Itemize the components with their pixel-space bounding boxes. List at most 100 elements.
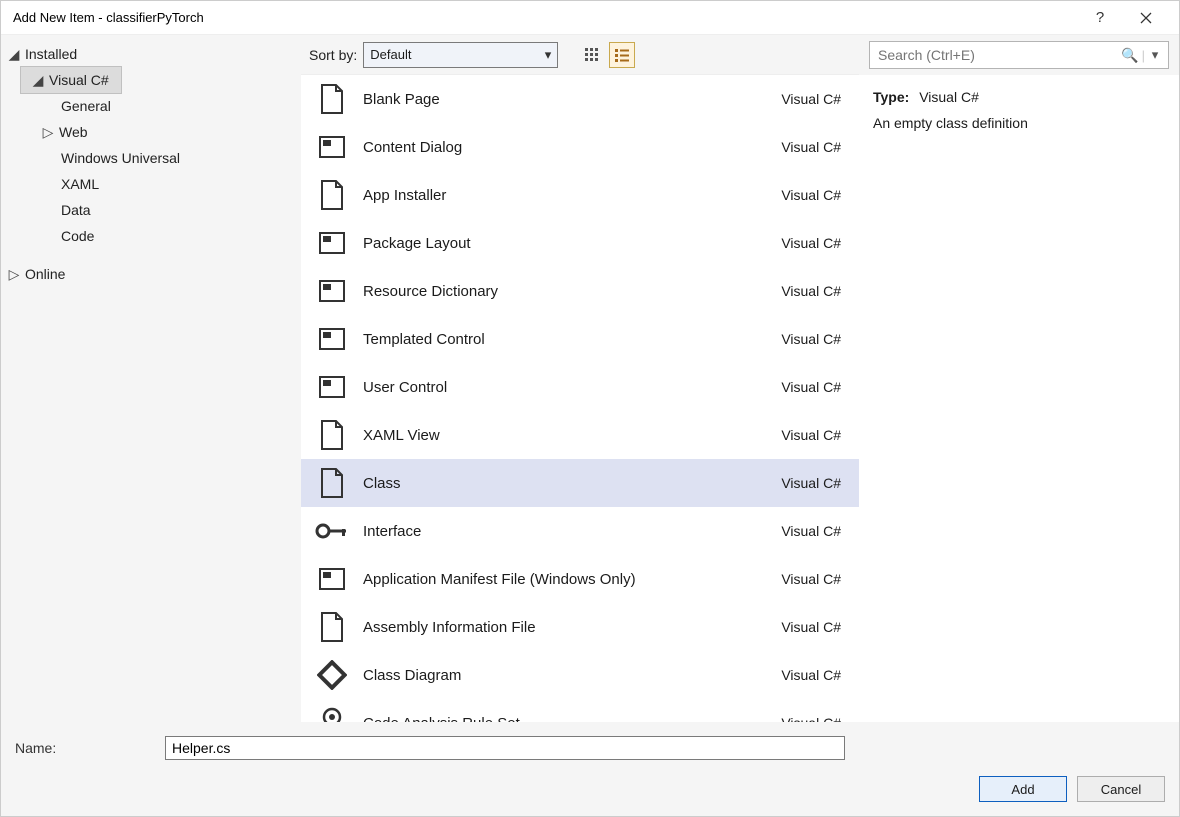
template-lang: Visual C# bbox=[781, 475, 841, 491]
add-button[interactable]: Add bbox=[979, 776, 1067, 802]
template-name: App Installer bbox=[357, 187, 781, 204]
template-lang: Visual C# bbox=[781, 427, 841, 443]
grid-icon bbox=[584, 47, 600, 63]
template-icon bbox=[307, 706, 357, 722]
titlebar: Add New Item - classifierPyTorch ? bbox=[1, 1, 1179, 35]
template-lang: Visual C# bbox=[781, 619, 841, 635]
template-icon bbox=[307, 660, 357, 690]
chevron-right-icon: ▷ bbox=[7, 266, 21, 283]
search-input[interactable] bbox=[876, 46, 1121, 64]
template-lang: Visual C# bbox=[781, 667, 841, 683]
template-row[interactable]: ClassVisual C# bbox=[301, 459, 859, 507]
template-icon bbox=[307, 132, 357, 162]
chevron-right-icon: ▷ bbox=[41, 124, 55, 141]
template-list[interactable]: Blank PageVisual C#Content DialogVisual … bbox=[301, 75, 859, 722]
view-list-button[interactable] bbox=[610, 43, 634, 67]
template-icon bbox=[307, 324, 357, 354]
template-name: Content Dialog bbox=[357, 139, 781, 156]
template-toolbar: Sort by: Default ▾ bbox=[301, 35, 859, 75]
template-row[interactable]: InterfaceVisual C# bbox=[301, 507, 859, 555]
template-name: XAML View bbox=[357, 427, 781, 444]
name-input[interactable] bbox=[165, 736, 845, 760]
template-lang: Visual C# bbox=[781, 139, 841, 155]
close-button[interactable] bbox=[1123, 1, 1169, 35]
search-icon: 🔍 bbox=[1121, 47, 1138, 64]
tree-node-xaml[interactable]: XAML bbox=[1, 171, 301, 197]
template-row[interactable]: App InstallerVisual C# bbox=[301, 171, 859, 219]
chevron-down-icon[interactable]: ▾ bbox=[1148, 47, 1162, 63]
template-name: Templated Control bbox=[357, 331, 781, 348]
template-icon bbox=[307, 228, 357, 258]
tree-node-visual-csharp[interactable]: ◢ Visual C# bbox=[21, 67, 121, 93]
template-lang: Visual C# bbox=[781, 571, 841, 587]
details-body: Type: Visual C# An empty class definitio… bbox=[859, 75, 1179, 722]
detail-type-value: Visual C# bbox=[919, 89, 979, 105]
template-name: Class Diagram bbox=[357, 667, 781, 684]
template-name: Blank Page bbox=[357, 91, 781, 108]
tree-node-code[interactable]: Code bbox=[1, 223, 301, 249]
window-title: Add New Item - classifierPyTorch bbox=[13, 10, 1077, 25]
tree-node-installed[interactable]: ◢ Installed bbox=[1, 41, 301, 67]
template-icon bbox=[307, 276, 357, 306]
close-icon bbox=[1140, 12, 1152, 24]
template-lang: Visual C# bbox=[781, 331, 841, 347]
template-lang: Visual C# bbox=[781, 379, 841, 395]
template-row[interactable]: Class DiagramVisual C# bbox=[301, 651, 859, 699]
template-name: User Control bbox=[357, 379, 781, 396]
center-pane: Sort by: Default ▾ bbox=[301, 35, 859, 722]
template-icon bbox=[307, 83, 357, 115]
template-icon bbox=[307, 419, 357, 451]
template-lang: Visual C# bbox=[781, 187, 841, 203]
tree-node-web[interactable]: ▷Web bbox=[1, 119, 301, 145]
template-name: Code Analysis Rule Set bbox=[357, 715, 781, 723]
template-name: Application Manifest File (Windows Only) bbox=[357, 571, 781, 588]
name-label: Name: bbox=[15, 740, 155, 756]
template-icon bbox=[307, 611, 357, 643]
template-row[interactable]: Content DialogVisual C# bbox=[301, 123, 859, 171]
template-row[interactable]: Templated ControlVisual C# bbox=[301, 315, 859, 363]
tree-node-online[interactable]: ▷ Online bbox=[1, 261, 301, 287]
tree-node-windows-universal[interactable]: Windows Universal bbox=[1, 145, 301, 171]
template-icon bbox=[307, 564, 357, 594]
template-lang: Visual C# bbox=[781, 91, 841, 107]
template-row[interactable]: Code Analysis Rule SetVisual C# bbox=[301, 699, 859, 722]
template-row[interactable]: XAML ViewVisual C# bbox=[301, 411, 859, 459]
search-box[interactable]: 🔍 | ▾ bbox=[869, 41, 1169, 69]
detail-description: An empty class definition bbox=[873, 115, 1165, 131]
template-row[interactable]: User ControlVisual C# bbox=[301, 363, 859, 411]
template-lang: Visual C# bbox=[781, 235, 841, 251]
template-name: Interface bbox=[357, 523, 781, 540]
cancel-button[interactable]: Cancel bbox=[1077, 776, 1165, 802]
details-pane: 🔍 | ▾ Type: Visual C# An empty class def… bbox=[859, 35, 1179, 722]
template-icon bbox=[307, 179, 357, 211]
footer: Name: Add Cancel bbox=[1, 722, 1179, 816]
template-row[interactable]: Resource DictionaryVisual C# bbox=[301, 267, 859, 315]
detail-type-label: Type: bbox=[873, 89, 909, 105]
template-row[interactable]: Blank PageVisual C# bbox=[301, 75, 859, 123]
template-name: Assembly Information File bbox=[357, 619, 781, 636]
template-row[interactable]: Application Manifest File (Windows Only)… bbox=[301, 555, 859, 603]
chevron-down-icon: ▾ bbox=[545, 47, 552, 63]
template-name: Resource Dictionary bbox=[357, 283, 781, 300]
template-name: Class bbox=[357, 475, 781, 492]
view-small-icons-button[interactable] bbox=[580, 43, 604, 67]
tree-node-general[interactable]: General bbox=[1, 93, 301, 119]
template-icon bbox=[307, 521, 357, 541]
tree-node-data[interactable]: Data bbox=[1, 197, 301, 223]
template-row[interactable]: Package LayoutVisual C# bbox=[301, 219, 859, 267]
template-lang: Visual C# bbox=[781, 283, 841, 299]
template-icon bbox=[307, 467, 357, 499]
chevron-down-icon: ◢ bbox=[31, 72, 45, 89]
template-lang: Visual C# bbox=[781, 523, 841, 539]
dialog-add-new-item: Add New Item - classifierPyTorch ? ◢ Ins… bbox=[0, 0, 1180, 817]
help-button[interactable]: ? bbox=[1077, 1, 1123, 35]
search-wrap: 🔍 | ▾ bbox=[859, 35, 1179, 75]
chevron-down-icon: ◢ bbox=[7, 46, 21, 63]
template-row[interactable]: Assembly Information FileVisual C# bbox=[301, 603, 859, 651]
sort-by-combo[interactable]: Default ▾ bbox=[363, 42, 558, 68]
sort-by-value: Default bbox=[370, 47, 411, 62]
template-name: Package Layout bbox=[357, 235, 781, 252]
category-tree: ◢ Installed ◢ Visual C# General ▷Web Win… bbox=[1, 35, 301, 722]
template-lang: Visual C# bbox=[781, 715, 841, 722]
list-icon bbox=[614, 47, 630, 63]
